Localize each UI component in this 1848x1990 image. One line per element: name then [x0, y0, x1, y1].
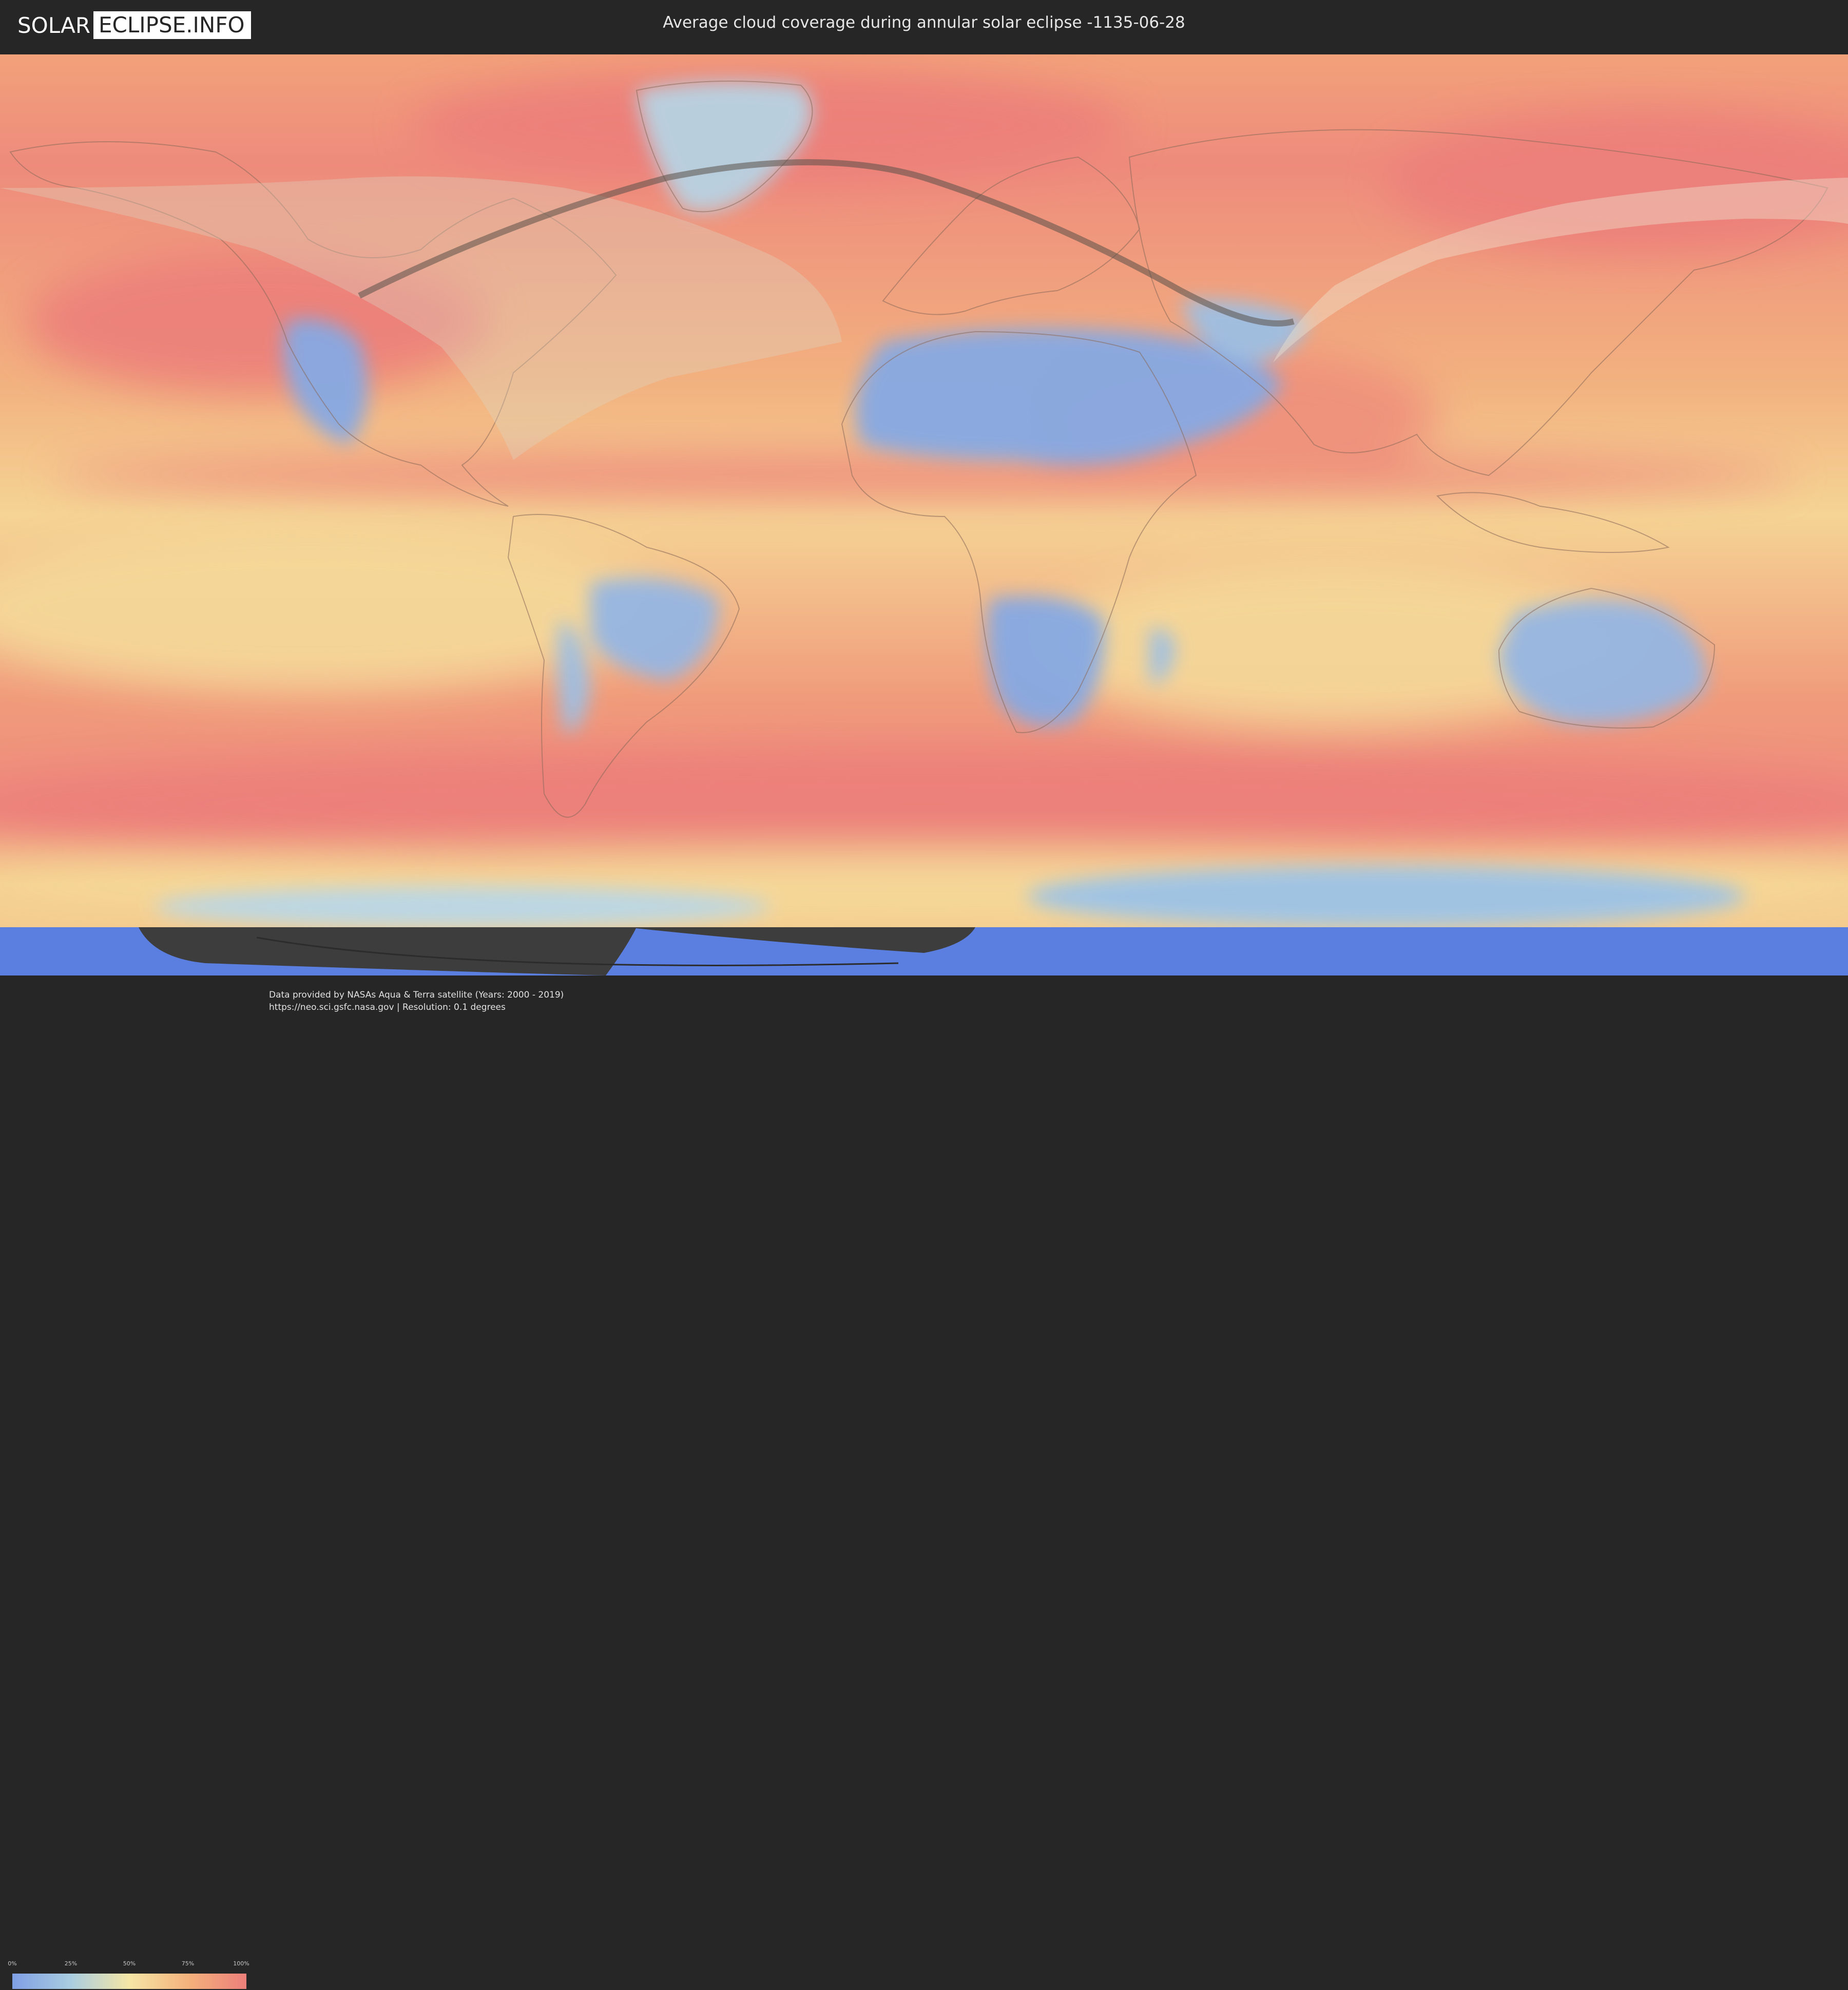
legend-tick-50: 50%: [123, 1960, 136, 1967]
legend-color-bar: [12, 1974, 246, 1989]
legend-tick-100: 100%: [233, 1960, 249, 1967]
header-bar: SOLAR ECLIPSE.INFO Average cloud coverag…: [0, 0, 1848, 51]
legend-tick-0: 0%: [8, 1960, 17, 1967]
footer-bar: 0% 25% 50% 75% 100% Data provided by NAS…: [0, 975, 1848, 1989]
world-map-svg: [0, 54, 1848, 975]
antarctica: [0, 927, 1848, 975]
legend-tick-75: 75%: [181, 1960, 195, 1967]
cloud-coverage-map[interactable]: [0, 54, 1848, 975]
cloud-coverage-legend: 0% 25% 50% 75% 100%: [8, 1960, 249, 1990]
legend-tick-25: 25%: [64, 1960, 78, 1967]
data-credit-line2: https://neo.sci.gsfc.nasa.gov | Resoluti…: [269, 1002, 506, 1012]
page-title: Average cloud coverage during annular so…: [663, 13, 1185, 32]
data-credit-line1: Data provided by NASAs Aqua & Terra sate…: [269, 990, 564, 1000]
